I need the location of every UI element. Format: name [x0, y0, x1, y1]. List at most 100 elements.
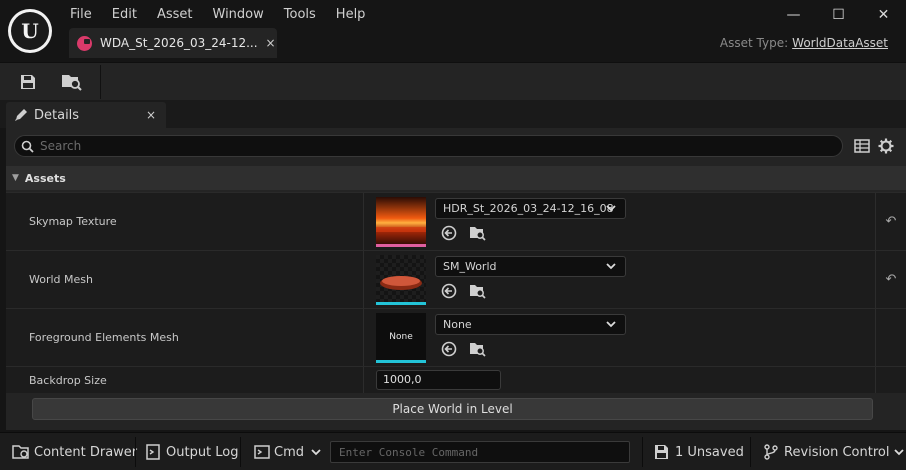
- browse-asset-button[interactable]: [467, 224, 487, 242]
- hdr-sky-image: [376, 197, 426, 244]
- column-divider[interactable]: [363, 193, 364, 250]
- use-selected-arrow-icon: [441, 341, 457, 357]
- search-icon: [21, 140, 34, 153]
- console-command-input[interactable]: [331, 442, 629, 462]
- world-mesh-asset-tools: [439, 282, 495, 300]
- foreground-mesh-asset-tools: [439, 340, 495, 358]
- content-drawer-label: Content Drawer: [34, 444, 138, 460]
- unsaved-button[interactable]: 1 Unsaved: [654, 433, 744, 470]
- asset-type-label: Asset Type:: [719, 36, 789, 50]
- asset-toolbar: [0, 62, 906, 100]
- browse-asset-button[interactable]: [467, 282, 487, 300]
- output-log-button[interactable]: Output Log: [146, 433, 239, 470]
- content-drawer-icon: [12, 445, 29, 459]
- maximize-button[interactable]: ☐: [816, 0, 861, 30]
- title-bar: U File Edit Asset Window Tools Help — ☐ …: [0, 0, 906, 62]
- skymap-asset-combo[interactable]: HDR_St_2026_03_24-12_16_08: [435, 198, 626, 219]
- browse-to-asset-button[interactable]: [57, 67, 87, 97]
- document-tab-close-button[interactable]: ×: [266, 36, 276, 50]
- chevron-down-icon: [311, 449, 321, 456]
- skymap-thumbnail[interactable]: [376, 197, 426, 247]
- menu-asset[interactable]: Asset: [147, 4, 203, 26]
- foreground-mesh-thumbnail[interactable]: None: [376, 313, 426, 363]
- document-tab-label: WDA_St_2026_03_24-12...: [100, 36, 258, 50]
- minimize-button[interactable]: —: [771, 0, 816, 30]
- column-divider[interactable]: [363, 251, 364, 308]
- reset-column: [875, 309, 906, 366]
- unreal-logo[interactable]: U: [8, 9, 52, 53]
- console-icon: [254, 445, 270, 459]
- collapse-caret-icon: ▼: [12, 173, 19, 183]
- asset-type-link[interactable]: WorldDataAsset: [792, 36, 888, 50]
- property-name: World Mesh: [29, 273, 93, 286]
- status-separator: [135, 437, 136, 467]
- menu-bar: File Edit Asset Window Tools Help: [60, 4, 375, 26]
- cmd-selector[interactable]: Cmd: [254, 433, 322, 470]
- category-title: Assets: [24, 171, 66, 185]
- column-divider[interactable]: [363, 367, 364, 393]
- skymap-asset-tools: [439, 224, 495, 242]
- property-row-skymap-texture: Skymap Texture HDR_St_2026_03_24-12_16_0…: [6, 192, 906, 250]
- gear-icon: [878, 138, 894, 154]
- status-bar: Content Drawer Output Log Cmd 1 Unsaved: [0, 432, 906, 470]
- save-icon: [655, 445, 668, 459]
- menu-window[interactable]: Window: [203, 4, 274, 26]
- folder-search-icon: [469, 227, 486, 241]
- folder-search-icon: [469, 285, 486, 299]
- menu-file[interactable]: File: [60, 4, 102, 26]
- menu-tools[interactable]: Tools: [274, 4, 326, 26]
- world-mesh-asset-value: SM_World: [443, 260, 497, 273]
- column-divider[interactable]: [363, 309, 364, 366]
- settings-button[interactable]: [877, 137, 895, 155]
- chevron-down-icon: [606, 205, 616, 212]
- status-separator: [240, 437, 241, 467]
- close-window-button[interactable]: ✕: [861, 0, 906, 30]
- property-matrix-button[interactable]: [853, 137, 871, 155]
- panel-tab-strip: Details ×: [0, 100, 906, 128]
- menu-edit[interactable]: Edit: [102, 4, 147, 26]
- status-separator: [642, 437, 643, 467]
- use-selected-arrow-icon: [441, 225, 457, 241]
- chevron-down-icon: [894, 449, 905, 456]
- output-log-label: Output Log: [166, 444, 239, 460]
- use-selected-button[interactable]: [439, 282, 459, 300]
- details-panel: ▼ Assets Skymap Texture: [6, 128, 906, 430]
- use-selected-button[interactable]: [439, 224, 459, 242]
- place-world-in-level-button[interactable]: Place World in Level: [32, 398, 873, 420]
- save-button[interactable]: [13, 67, 43, 97]
- revision-control-button[interactable]: Revision Control: [764, 433, 905, 470]
- reset-column: ↶: [875, 193, 906, 250]
- reset-to-default-icon[interactable]: ↶: [886, 272, 897, 287]
- reset-column: ↶: [875, 251, 906, 308]
- property-name: Skymap Texture: [29, 215, 117, 228]
- backdrop-size-input[interactable]: 1000,0: [376, 370, 501, 390]
- world-mesh-asset-combo[interactable]: SM_World: [435, 256, 626, 277]
- property-name: Foreground Elements Mesh: [29, 331, 179, 344]
- world-mesh-thumbnail[interactable]: [376, 255, 426, 305]
- reset-to-default-icon[interactable]: ↶: [886, 214, 897, 229]
- content-drawer-button[interactable]: Content Drawer: [12, 433, 137, 470]
- use-selected-arrow-icon: [441, 283, 457, 299]
- asset-type-indicator: Asset Type: WorldDataAsset: [720, 36, 888, 50]
- branch-icon: [764, 444, 778, 460]
- details-tab[interactable]: Details ×: [6, 102, 166, 128]
- menu-help[interactable]: Help: [326, 4, 376, 26]
- cmd-label: Cmd: [274, 444, 304, 460]
- browse-asset-button[interactable]: [467, 340, 487, 358]
- document-tab[interactable]: WDA_St_2026_03_24-12... ×: [69, 28, 277, 58]
- skymap-asset-value: HDR_St_2026_03_24-12_16_08: [443, 202, 614, 215]
- status-separator: [750, 437, 751, 467]
- foreground-mesh-asset-combo[interactable]: None: [435, 314, 626, 335]
- category-assets[interactable]: ▼ Assets: [6, 166, 906, 190]
- property-row-backdrop-size: Backdrop Size 1000,0: [6, 366, 906, 393]
- unreal-logo-mark: U: [11, 12, 49, 50]
- mesh-preview-image: [376, 255, 426, 302]
- search-row: [6, 128, 906, 166]
- chevron-down-icon: [606, 321, 616, 328]
- use-selected-button[interactable]: [439, 340, 459, 358]
- window-controls: — ☐ ✕: [771, 0, 906, 30]
- search-box: [14, 135, 843, 157]
- toolbar-separator: [100, 65, 101, 99]
- details-tab-close-button[interactable]: ×: [146, 108, 156, 122]
- search-input[interactable]: [40, 139, 800, 153]
